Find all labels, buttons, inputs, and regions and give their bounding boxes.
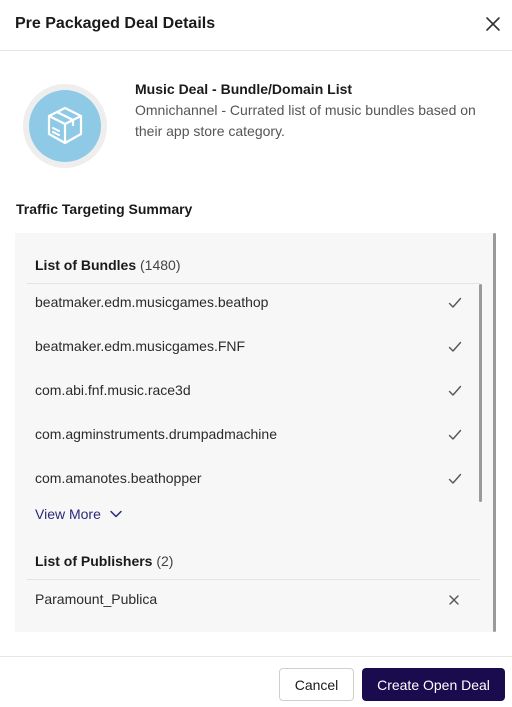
- panel-scrollbar[interactable]: [493, 233, 496, 632]
- deal-name: Music Deal - Bundle/Domain List: [135, 81, 353, 97]
- cancel-button[interactable]: Cancel: [279, 668, 354, 701]
- list-item: beatmaker.edm.musicgames.FNF: [35, 338, 465, 360]
- check-icon: [448, 385, 462, 396]
- publishers-heading: List of Publishers (2): [35, 553, 173, 569]
- check-icon: [448, 341, 462, 352]
- divider: [27, 283, 480, 284]
- list-item: beatmaker.edm.musicgames.beathop: [35, 294, 465, 316]
- close-icon[interactable]: [484, 15, 502, 33]
- targeting-summary-panel: List of Bundles (1480) beatmaker.edm.mus…: [15, 233, 495, 632]
- view-more-link[interactable]: View More: [35, 506, 122, 522]
- bundle-name: com.agminstruments.drumpadmachine: [35, 426, 277, 442]
- bundle-name: com.amanotes.beathopper: [35, 470, 202, 486]
- bundle-name: beatmaker.edm.musicgames.FNF: [35, 338, 246, 354]
- bundles-scrollbar[interactable]: [479, 284, 482, 502]
- x-icon: [449, 595, 459, 605]
- bundle-name: com.abi.fnf.music.race3d: [35, 382, 191, 398]
- check-icon: [448, 429, 462, 440]
- bundles-label: List of Bundles: [35, 257, 137, 273]
- view-more-label: View More: [35, 506, 101, 522]
- bundles-heading: List of Bundles (1480): [35, 257, 180, 273]
- list-item: com.amanotes.beathopper: [35, 470, 465, 492]
- modal-header: Pre Packaged Deal Details: [0, 0, 512, 51]
- modal-title: Pre Packaged Deal Details: [15, 15, 216, 32]
- targeting-summary-title: Traffic Targeting Summary: [16, 201, 193, 217]
- publisher-name: Paramount_Publica: [35, 591, 158, 607]
- check-icon: [448, 473, 462, 484]
- publishers-count: (2): [156, 553, 174, 569]
- list-item: Paramount_Publica: [35, 591, 465, 613]
- chevron-down-icon: [110, 510, 122, 518]
- modal-footer: Cancel Create Open Deal: [0, 656, 512, 707]
- bundle-name: beatmaker.edm.musicgames.beathop: [35, 294, 269, 310]
- list-item: com.agminstruments.drumpadmachine: [35, 426, 465, 448]
- deal-icon-ring: [23, 84, 107, 168]
- package-box-icon: [29, 90, 101, 162]
- publishers-label: List of Publishers: [35, 553, 153, 569]
- check-icon: [448, 297, 462, 308]
- create-open-deal-button[interactable]: Create Open Deal: [362, 668, 505, 701]
- divider: [27, 579, 480, 580]
- list-item: com.abi.fnf.music.race3d: [35, 382, 465, 404]
- bundles-count: (1480): [140, 257, 181, 273]
- deal-description: Omnichannel - Currated list of music bun…: [135, 102, 476, 139]
